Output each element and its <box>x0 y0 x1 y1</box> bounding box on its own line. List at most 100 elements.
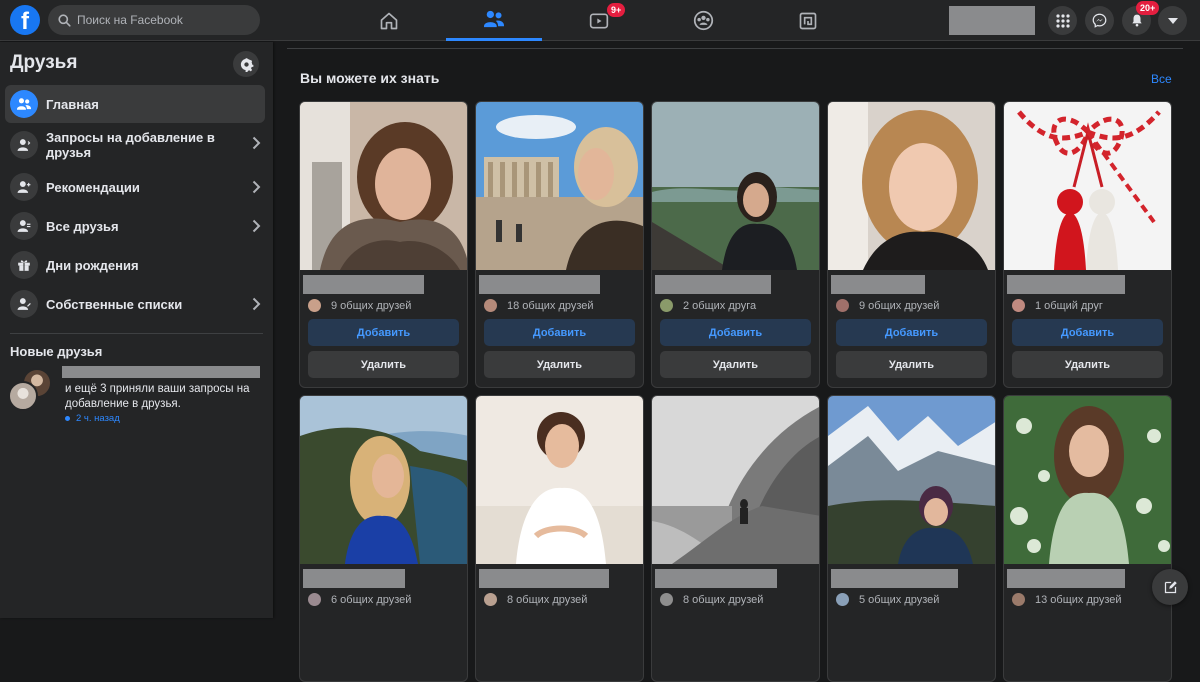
main-divider <box>287 48 1183 49</box>
sidebar-item-suggestions[interactable]: Рекомендации <box>5 168 265 206</box>
mutual-friends: 6 общих друзей <box>308 593 411 606</box>
chevron-right-icon <box>252 297 261 311</box>
messenger-button[interactable] <box>1085 6 1114 35</box>
add-friend-button[interactable]: Добавить <box>836 319 987 346</box>
remove-button[interactable]: Удалить <box>1012 351 1163 378</box>
name-redacted[interactable] <box>831 275 925 294</box>
watch-icon <box>589 13 609 28</box>
home-icon <box>380 12 398 29</box>
profile-photo[interactable] <box>1004 102 1172 270</box>
avatar <box>836 593 849 606</box>
remove-button[interactable]: Удалить <box>484 351 635 378</box>
watch-badge: 9+ <box>607 3 626 17</box>
friends-icon <box>484 10 504 28</box>
profile-photo[interactable] <box>828 102 996 270</box>
mutual-friends: 13 общих друзей <box>1012 593 1122 606</box>
new-message-button[interactable] <box>1152 569 1188 605</box>
avatar <box>484 593 497 606</box>
profile-photo[interactable] <box>300 396 468 564</box>
gear-icon <box>240 57 253 72</box>
remove-button[interactable]: Удалить <box>660 351 811 378</box>
profile-photo[interactable] <box>476 102 644 270</box>
account-button[interactable] <box>1158 6 1187 35</box>
profile-photo[interactable] <box>476 396 644 564</box>
messenger-icon <box>1092 13 1107 28</box>
tab-friends[interactable] <box>446 0 542 41</box>
name-redacted[interactable] <box>1007 275 1125 294</box>
mutual-friends-count: 13 общих друзей <box>1035 593 1122 606</box>
chevron-right-icon <box>252 136 261 150</box>
profile-photo[interactable] <box>300 102 468 270</box>
add-friend-button[interactable]: Добавить <box>660 319 811 346</box>
sidebar-item-label: Запросы на добавление в друзья <box>46 130 215 160</box>
sidebar-item-friend-requests[interactable]: Запросы на добавление в друзья <box>5 124 265 166</box>
name-redacted[interactable] <box>479 569 609 588</box>
friend-request-icon <box>10 131 38 159</box>
facebook-logo[interactable]: f <box>10 5 40 35</box>
mutual-friends-count: 2 общих друга <box>683 299 757 312</box>
tab-home[interactable] <box>341 0 437 41</box>
friend-name-redacted[interactable] <box>62 366 260 378</box>
avatar <box>836 299 849 312</box>
notifications-button[interactable]: 20+ <box>1122 1 1160 35</box>
suggestion-card: 8 общих друзей <box>651 395 820 682</box>
tab-watch[interactable]: 9+ <box>551 0 647 41</box>
sidebar-item-label: Собственные списки <box>46 296 183 312</box>
see-all-link[interactable]: Все <box>1151 72 1172 86</box>
mutual-friends-count: 8 общих друзей <box>683 593 764 606</box>
menu-button[interactable] <box>1048 6 1077 35</box>
sidebar-item-custom-lists[interactable]: Собственные списки <box>5 285 265 323</box>
page-title: Друзья <box>10 52 78 73</box>
name-redacted[interactable] <box>303 569 405 588</box>
profile-photo[interactable] <box>652 102 820 270</box>
friends-icon <box>10 90 38 118</box>
caret-down-icon <box>1167 17 1178 24</box>
suggestion-card: 1 общий друг Добавить Удалить <box>1003 101 1172 388</box>
sidebar-item-home[interactable]: Главная <box>5 85 265 123</box>
name-redacted[interactable] <box>303 275 424 294</box>
tab-gaming[interactable] <box>760 0 856 41</box>
sidebar-divider <box>10 333 263 334</box>
all-friends-icon <box>10 212 38 240</box>
name-redacted[interactable] <box>831 569 958 588</box>
mutual-friends: 9 общих друзей <box>308 299 411 312</box>
profile-photo[interactable] <box>652 396 820 564</box>
avatar <box>308 299 321 312</box>
profile-name-redacted[interactable] <box>949 6 1035 35</box>
search-input[interactable] <box>77 13 247 27</box>
add-friend-button[interactable]: Добавить <box>308 319 459 346</box>
avatar <box>308 593 321 606</box>
compose-icon <box>1164 580 1177 593</box>
new-friends-avatars[interactable] <box>8 368 58 416</box>
custom-list-icon <box>10 290 38 318</box>
name-redacted[interactable] <box>1007 569 1125 588</box>
gaming-icon <box>799 12 817 29</box>
add-friend-button[interactable]: Добавить <box>484 319 635 346</box>
chevron-right-icon <box>252 180 261 194</box>
profile-photo[interactable] <box>1004 396 1172 564</box>
name-redacted[interactable] <box>655 275 771 294</box>
profile-photo[interactable] <box>828 396 996 564</box>
remove-button[interactable]: Удалить <box>836 351 987 378</box>
mutual-friends: 5 общих друзей <box>836 593 939 606</box>
suggestion-card: 6 общих друзей <box>299 395 468 682</box>
groups-icon <box>693 10 713 31</box>
mutual-friends-count: 8 общих друзей <box>507 593 588 606</box>
sidebar-item-birthdays[interactable]: Дни рождения <box>5 246 265 284</box>
name-redacted[interactable] <box>479 275 600 294</box>
name-redacted[interactable] <box>655 569 777 588</box>
bell-icon <box>1131 14 1142 27</box>
settings-button[interactable] <box>233 51 259 77</box>
sidebar-item-all-friends[interactable]: Все друзья <box>5 207 265 245</box>
logo-letter: f <box>21 8 29 35</box>
suggestion-card: 18 общих друзей Добавить Удалить <box>475 101 644 388</box>
remove-button[interactable]: Удалить <box>308 351 459 378</box>
avatar <box>484 299 497 312</box>
tab-groups[interactable] <box>655 0 751 41</box>
suggestion-card: 9 общих друзей Добавить Удалить <box>299 101 468 388</box>
search-box[interactable] <box>48 5 260 35</box>
sidebar-item-label: Главная <box>46 96 99 112</box>
mutual-friends: 9 общих друзей <box>836 299 939 312</box>
avatar <box>660 593 673 606</box>
add-friend-button[interactable]: Добавить <box>1012 319 1163 346</box>
